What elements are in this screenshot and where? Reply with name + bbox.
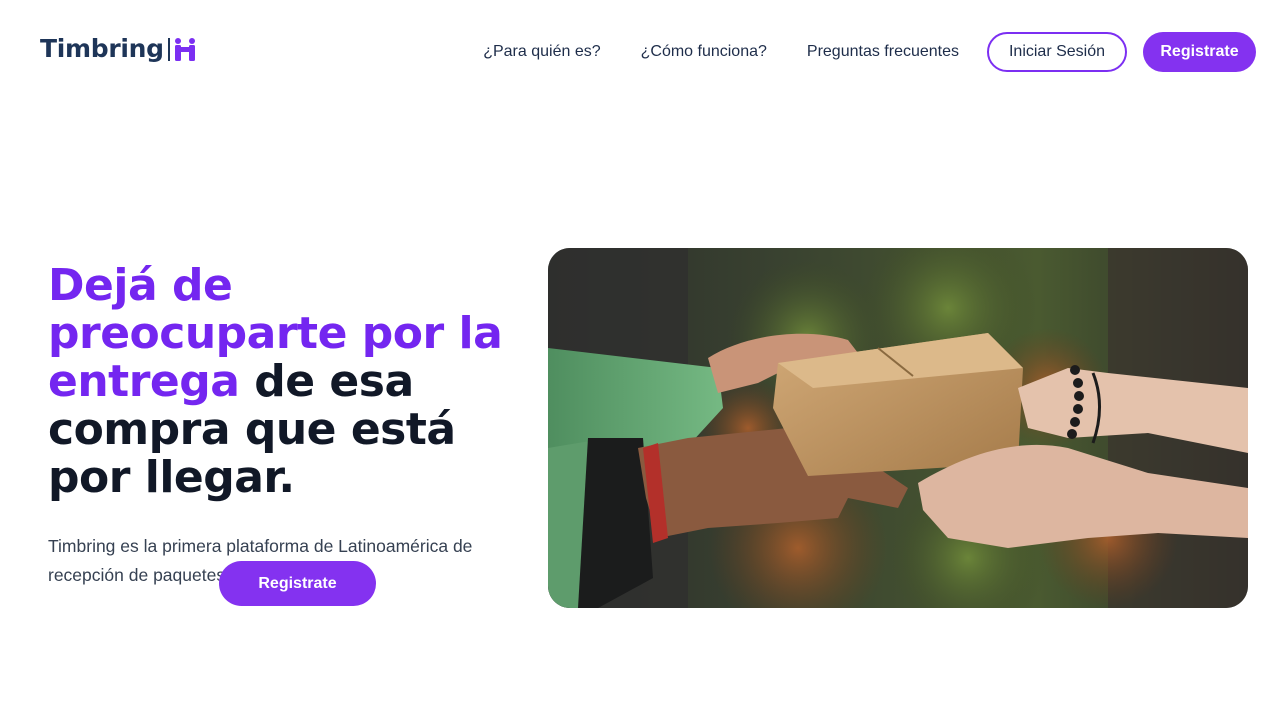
hero-register-button[interactable]: Registrate [219, 561, 376, 606]
brand-logo[interactable]: Timbring [40, 34, 198, 63]
register-button[interactable]: Registrate [1143, 32, 1256, 72]
hero-title: Dejá de preocuparte por la entrega de es… [48, 262, 538, 502]
brand-name: Timbring [40, 34, 164, 63]
two-people-handing-box-icon [167, 35, 198, 63]
nav-link-para-quien[interactable]: ¿Para quién es? [483, 43, 600, 61]
hero-image [548, 248, 1248, 608]
nav-link-como-funciona[interactable]: ¿Cómo funciona? [641, 43, 767, 61]
nav-link-preguntas-frecuentes[interactable]: Preguntas frecuentes [807, 43, 959, 61]
site-header: Timbring ¿Para quién es? ¿Cómo funciona?… [0, 0, 1277, 105]
login-button[interactable]: Iniciar Sesión [987, 32, 1127, 72]
hero-section: Dejá de preocuparte por la entrega de es… [48, 262, 538, 606]
main-nav: ¿Para quién es? ¿Cómo funciona? Pregunta… [483, 32, 1256, 72]
